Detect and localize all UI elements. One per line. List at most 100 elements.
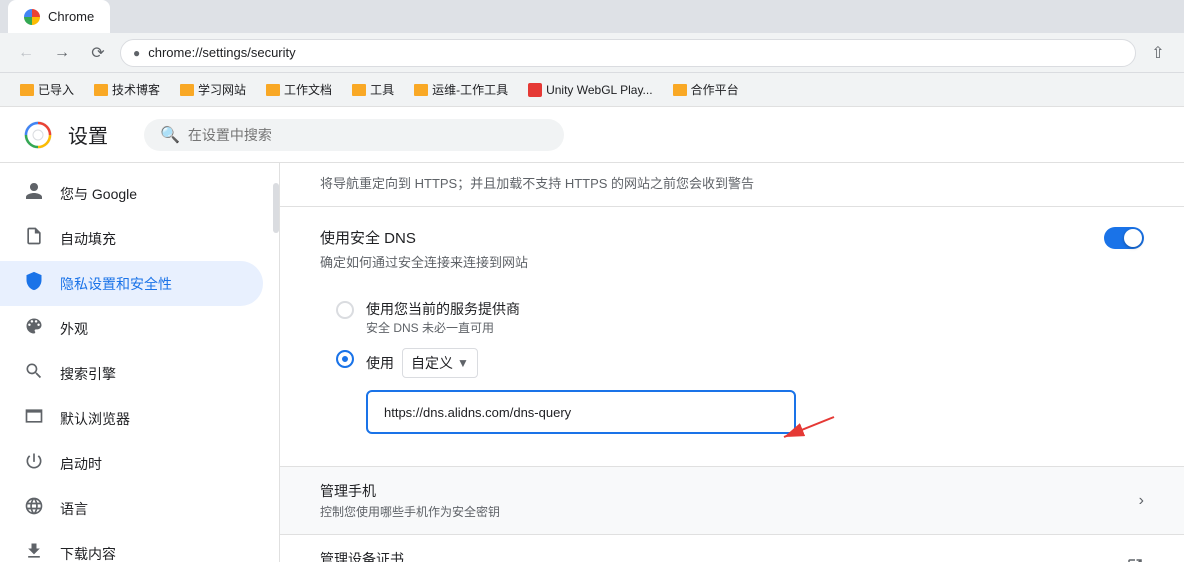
folder-icon <box>94 84 108 96</box>
radio-button-2[interactable] <box>336 350 354 368</box>
sidebar-label: 启动时 <box>60 454 102 474</box>
dns-title: 使用安全 DNS <box>320 227 1104 248</box>
radio-option-1-text: 使用您当前的服务提供商 安全 DNS 未必一直可用 <box>366 299 520 336</box>
custom-dns-input-box <box>366 390 796 434</box>
tab-title: Chrome <box>48 9 94 24</box>
manage-certs-item[interactable]: 管理设备证书 管理您设备上的 HTTPS/SSL 证书 <box>280 535 1184 562</box>
bookmark-label: 工作文档 <box>284 81 332 98</box>
language-icon <box>24 496 44 521</box>
red-arrow-annotation <box>774 407 854 447</box>
radio-button-1[interactable] <box>336 301 354 319</box>
scrollbar[interactable] <box>273 183 279 233</box>
list-section: 管理手机 控制您使用哪些手机作为安全密钥 › 管理设备证书 管理您设备上的 HT… <box>280 466 1184 562</box>
folder-icon <box>414 84 428 96</box>
search-input[interactable] <box>188 127 548 143</box>
sidebar-item-browser[interactable]: 默认浏览器 <box>0 396 263 441</box>
top-notice: 将导航重定向到 HTTPS；并且加载不支持 HTTPS 的网站之前您会收到警告 <box>280 163 1184 207</box>
radio-options: 使用您当前的服务提供商 安全 DNS 未必一直可用 使用 自定义 <box>320 299 1144 434</box>
main-content: 将导航重定向到 HTTPS；并且加载不支持 HTTPS 的网站之前您会收到警告 … <box>280 163 1184 562</box>
reload-button[interactable]: ⟳ <box>84 39 112 67</box>
shield-icon <box>24 271 44 296</box>
search-engine-icon <box>24 361 44 386</box>
folder-icon <box>20 84 34 96</box>
bookmark-label: 技术博客 <box>112 81 160 98</box>
dns-toggle[interactable] <box>1104 227 1144 249</box>
bookmark-imported[interactable]: 已导入 <box>12 77 82 102</box>
bookmark-collab[interactable]: 合作平台 <box>665 77 747 102</box>
bookmark-tech-blog[interactable]: 技术博客 <box>86 77 168 102</box>
sidebar-item-language[interactable]: 语言 <box>0 486 263 531</box>
bookmark-label: 已导入 <box>38 81 74 98</box>
forward-button[interactable]: → <box>48 39 76 67</box>
sidebar: 您与 Google 自动填充 隐私设置和安全性 外观 <box>0 163 280 562</box>
folder-icon <box>673 84 687 96</box>
manage-phone-title: 管理手机 <box>320 481 1139 501</box>
sidebar-item-appearance[interactable]: 外观 <box>0 306 263 351</box>
bookmark-label: 合作平台 <box>691 81 739 98</box>
sidebar-label: 自动填充 <box>60 229 116 249</box>
autofill-icon <box>24 226 44 251</box>
external-link-icon <box>1126 557 1144 562</box>
sidebar-label: 隐私设置和安全性 <box>60 274 172 294</box>
settings-logo <box>24 121 52 149</box>
back-button[interactable]: ← <box>12 39 40 67</box>
browser-icon <box>24 406 44 431</box>
sidebar-label: 您与 Google <box>60 184 137 204</box>
settings-search: 🔍 <box>144 119 564 151</box>
sidebar-item-startup[interactable]: 启动时 <box>0 441 263 486</box>
manage-phone-item[interactable]: 管理手机 控制您使用哪些手机作为安全密钥 › <box>280 467 1184 535</box>
toggle-knob <box>1124 229 1142 247</box>
search-icon: 🔍 <box>160 125 180 145</box>
tab-bar: Chrome <box>0 0 1184 33</box>
bookmark-tools[interactable]: 工具 <box>344 77 402 102</box>
chevron-down-icon: ▼ <box>457 356 469 370</box>
sidebar-label: 外观 <box>60 319 88 339</box>
bookmarks-bar: 已导入 技术博客 学习网站 工作文档 工具 运维-工作工具 Unity WebG… <box>0 73 1184 107</box>
settings-header: 设置 🔍 <box>0 107 1184 163</box>
sidebar-item-autofill[interactable]: 自动填充 <box>0 216 263 261</box>
dns-info: 使用安全 DNS 确定如何通过安全连接来连接到网站 <box>320 227 1104 283</box>
bookmark-label: 学习网站 <box>198 81 246 98</box>
manage-phone-left: 管理手机 控制您使用哪些手机作为安全密钥 <box>320 481 1139 520</box>
chrome-favicon <box>24 9 40 25</box>
dns-desc: 确定如何通过安全连接来连接到网站 <box>320 252 1104 271</box>
manage-certs-left: 管理设备证书 管理您设备上的 HTTPS/SSL 证书 <box>320 549 1126 562</box>
sidebar-item-search[interactable]: 搜索引擎 <box>0 351 263 396</box>
dns-option-2[interactable]: 使用 自定义 ▼ <box>336 348 1144 434</box>
manage-certs-title: 管理设备证书 <box>320 549 1126 562</box>
folder-icon <box>352 84 366 96</box>
share-button[interactable]: ⇧ <box>1144 39 1172 67</box>
sidebar-label: 默认浏览器 <box>60 409 130 429</box>
bookmark-label: 工具 <box>370 81 394 98</box>
dns-option-1[interactable]: 使用您当前的服务提供商 安全 DNS 未必一直可用 <box>336 299 1144 336</box>
radio-option-2-content: 使用 自定义 ▼ <box>366 348 1144 434</box>
sidebar-item-google[interactable]: 您与 Google <box>0 171 263 216</box>
folder-icon <box>266 84 280 96</box>
manage-phone-desc: 控制您使用哪些手机作为安全密钥 <box>320 503 1139 520</box>
sidebar-label: 搜索引擎 <box>60 364 116 384</box>
custom-dns-select[interactable]: 自定义 ▼ <box>402 348 478 378</box>
dns-section: 使用安全 DNS 确定如何通过安全连接来连接到网站 使用您当前的服务提供商 <box>280 207 1184 466</box>
person-icon <box>24 181 44 206</box>
sidebar-item-downloads[interactable]: 下载内容 <box>0 531 263 562</box>
nav-bar: ← → ⟳ ● chrome://settings/security ⇧ <box>0 33 1184 73</box>
bookmark-label: Unity WebGL Play... <box>546 83 652 97</box>
select-value: 自定义 <box>411 353 453 373</box>
sidebar-label: 下载内容 <box>60 544 116 562</box>
sidebar-item-privacy[interactable]: 隐私设置和安全性 <box>0 261 263 306</box>
palette-icon <box>24 316 44 341</box>
address-url: chrome://settings/security <box>148 45 295 60</box>
bookmark-label: 运维-工作工具 <box>432 81 508 98</box>
bookmark-ops-tools[interactable]: 运维-工作工具 <box>406 77 516 102</box>
dns-input[interactable] <box>384 405 778 420</box>
unity-favicon <box>528 83 542 97</box>
bookmark-learning[interactable]: 学习网站 <box>172 77 254 102</box>
folder-icon <box>180 84 194 96</box>
address-bar[interactable]: ● chrome://settings/security <box>120 39 1136 67</box>
sidebar-label: 语言 <box>60 499 88 519</box>
bookmark-unity[interactable]: Unity WebGL Play... <box>520 79 660 101</box>
active-tab[interactable]: Chrome <box>8 0 110 33</box>
security-icon: ● <box>133 46 140 60</box>
bookmark-work-docs[interactable]: 工作文档 <box>258 77 340 102</box>
power-icon <box>24 451 44 476</box>
